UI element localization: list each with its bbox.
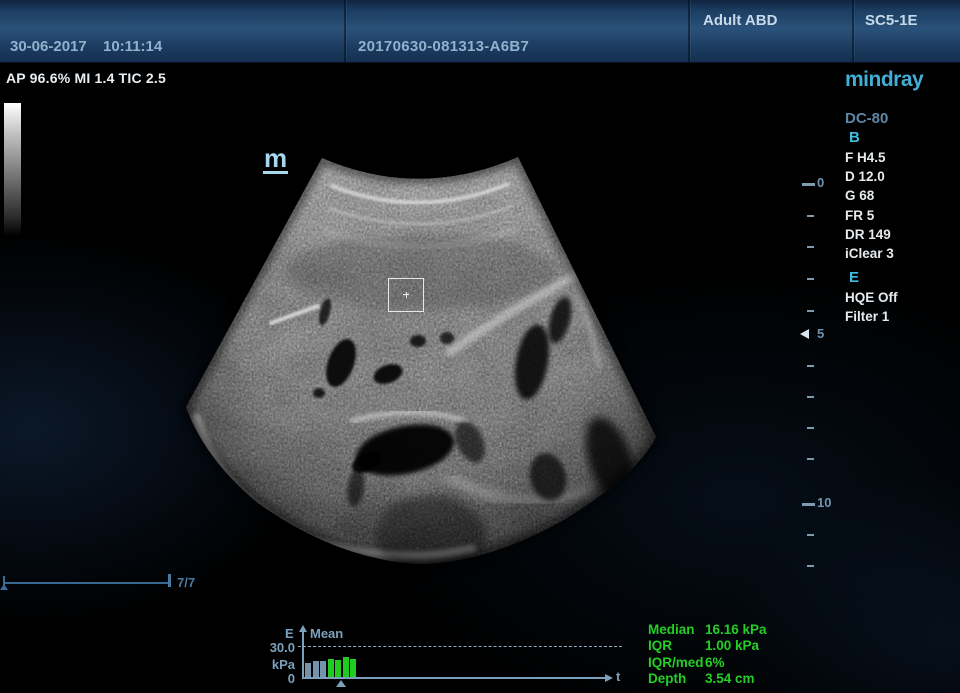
emode-label: E <box>849 269 859 286</box>
depth-tick <box>807 310 814 312</box>
cine-scrollbar[interactable] <box>3 582 169 584</box>
exam-time: 10:11:14 <box>103 38 162 55</box>
ultrasound-b-image <box>0 0 960 693</box>
current-frame-marker-icon <box>336 680 346 687</box>
result-label: IQR/med <box>648 655 705 671</box>
depth-label: 0 <box>817 175 824 190</box>
elasto-bar <box>343 657 349 677</box>
y-axis-arrow-icon <box>299 625 307 632</box>
cine-position-marker[interactable] <box>168 574 171 587</box>
exam-date: 30-06-2017 <box>10 38 87 55</box>
ultrasound-screen: 30-06-2017 10:11:14 20170630-081313-A6B7… <box>0 0 960 693</box>
header-bar: 30-06-2017 10:11:14 20170630-081313-A6B7… <box>0 0 960 63</box>
depth-tick <box>807 534 814 536</box>
probe-orientation-marker: m <box>263 146 288 174</box>
depth-tick <box>807 565 814 567</box>
acoustic-output-status: AP 96.6% MI 1.4 TIC 2.5 <box>6 70 166 86</box>
exam-preset[interactable]: Adult ABD <box>703 12 777 29</box>
result-value: 16.16 kPa <box>705 622 767 637</box>
bmode-param-line: iClear 3 <box>845 244 894 263</box>
focus-position-arrow-icon <box>800 329 809 339</box>
result-value: 1.00 kPa <box>705 638 759 653</box>
result-label: Depth <box>648 671 705 687</box>
result-row: Median16.16 kPa <box>648 622 767 638</box>
bmode-param-line: DR 149 <box>845 225 894 244</box>
result-label: IQR <box>648 638 705 654</box>
exam-id: 20170630-081313-A6B7 <box>358 38 529 55</box>
elasto-bar <box>335 660 341 678</box>
probe-name[interactable]: SC5-1E <box>865 12 918 29</box>
elasto-bar <box>305 663 311 677</box>
bmode-param-line: FR 5 <box>845 206 894 225</box>
bmode-param-line: G 68 <box>845 186 894 205</box>
graph-x-axis <box>302 677 607 679</box>
graph-ref-value: 30.0 <box>263 640 295 655</box>
bmode-params: F H4.5D 12.0G 68FR 5DR 149iClear 3 <box>845 148 894 263</box>
bmode-param-line: D 12.0 <box>845 167 894 186</box>
elasto-results: Median16.16 kPaIQR1.00 kPaIQR/med6%Depth… <box>648 622 767 688</box>
cine-start-arrow-icon <box>0 584 8 590</box>
elasto-bar <box>328 659 334 678</box>
depth-tick <box>807 365 814 367</box>
x-axis-arrow-icon <box>605 674 613 682</box>
depth-tick <box>802 183 815 186</box>
elasto-bar <box>313 661 319 677</box>
model-name: DC-80 <box>845 110 888 127</box>
grayscale-bar <box>4 103 21 236</box>
elasto-roi-box[interactable] <box>388 278 424 312</box>
depth-tick <box>802 503 815 506</box>
graph-ref-line <box>298 646 622 647</box>
result-row: IQR1.00 kPa <box>648 638 767 654</box>
header-divider <box>344 0 346 62</box>
emode-params: HQE OffFilter 1 <box>845 288 898 326</box>
depth-label: 5 <box>817 326 824 341</box>
depth-tick <box>807 246 814 248</box>
bmode-label: B <box>849 129 860 146</box>
header-divider <box>688 0 690 62</box>
result-value: 6% <box>705 655 725 670</box>
result-row: Depth3.54 cm <box>648 671 767 687</box>
elasto-bar <box>320 661 326 678</box>
elasto-bar <box>350 659 356 678</box>
depth-tick <box>807 215 814 217</box>
depth-tick <box>807 278 814 280</box>
result-label: Median <box>648 622 705 638</box>
frame-counter: 7/7 <box>177 575 195 590</box>
graph-y-axis <box>302 632 304 677</box>
bmode-param-line: F H4.5 <box>845 148 894 167</box>
emode-param-line: HQE Off <box>845 288 898 307</box>
graph-series-label: Mean <box>310 626 343 641</box>
graph-unit-label: kPa <box>263 657 295 672</box>
graph-zero-label: 0 <box>263 671 295 686</box>
graph-x-axis-label: t <box>616 669 620 684</box>
header-divider <box>852 0 854 62</box>
depth-tick <box>807 427 814 429</box>
graph-y-axis-label: E <box>285 626 294 641</box>
brand-logo: mindray <box>845 68 923 92</box>
depth-tick <box>807 396 814 398</box>
roi-cross-icon <box>406 292 407 298</box>
depth-tick <box>807 458 814 460</box>
depth-label: 10 <box>817 495 831 510</box>
result-row: IQR/med6% <box>648 655 767 671</box>
result-value: 3.54 cm <box>705 671 755 686</box>
emode-param-line: Filter 1 <box>845 307 898 326</box>
